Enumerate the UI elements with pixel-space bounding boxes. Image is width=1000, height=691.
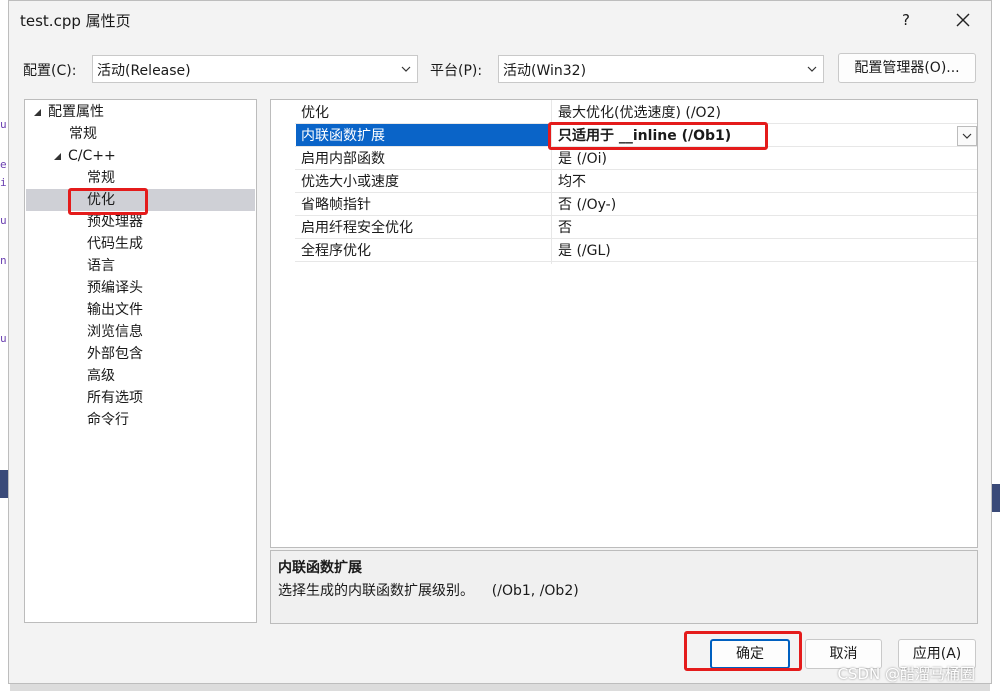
property-pages-dialog: test.cpp 属性页 ? 配置(C): 活动(Release) 平台(P):… [8,0,992,684]
grid-row-optimization[interactable]: 优化 最大优化(优选速度) (/O2) [271,100,977,123]
property-name: 优化 [301,105,329,121]
property-name: 启用内部函数 [301,151,385,167]
config-dropdown[interactable]: 活动(Release) [92,55,418,83]
grid-separator [295,261,977,262]
property-tree: 配置属性 常规 C/C++ 常规 优化 预处理器 代码生成 语言 预编译头 输出… [24,99,257,623]
tree-item-label: 优化 [87,192,115,208]
tree-item-external-includes[interactable]: 外部包含 [87,343,143,365]
property-name: 全程序优化 [301,243,371,259]
help-button[interactable]: ? [893,7,919,33]
property-value: 否 [558,220,572,236]
close-button[interactable] [949,7,977,33]
expanded-triangle-icon [54,153,61,160]
tree-item-label: 配置属性 [48,104,104,120]
tree-item-output-files[interactable]: 输出文件 [87,299,143,321]
tree-item-preprocessor[interactable]: 预处理器 [87,211,143,233]
platform-label: 平台(P): [430,63,483,79]
tree-item-code-generation[interactable]: 代码生成 [87,233,143,255]
property-value: 是 (/Oi) [558,151,607,167]
tree-item-label: C/C++ [68,148,116,164]
tree-item-all-options[interactable]: 所有选项 [87,387,143,409]
property-name: 省略帧指针 [301,197,371,213]
property-value: 均不 [558,174,586,190]
tree-item-command-line[interactable]: 命令行 [87,409,129,431]
property-grid: 优化 最大优化(优选速度) (/O2) 内联函数扩展 只适用于 __inline… [270,99,978,548]
tree-item-advanced[interactable]: 高级 [87,365,115,387]
grid-row-whole-program-optimization[interactable]: 全程序优化 是 (/GL) [271,238,977,261]
platform-value: 活动(Win32) [503,63,587,79]
property-value: 只适用于 __inline (/Ob1) [558,128,732,144]
property-name: 内联函数扩展 [301,128,385,144]
property-value: 是 (/GL) [558,243,611,259]
property-value: 否 (/Oy-) [558,197,617,213]
chevron-down-icon [807,66,817,72]
window-title: test.cpp 属性页 [20,12,131,30]
value-dropdown-button[interactable] [957,126,977,146]
grid-row-intrinsic-functions[interactable]: 启用内部函数 是 (/Oi) [271,146,977,169]
property-value: 最大优化(优选速度) (/O2) [558,105,721,121]
tree-item-general[interactable]: 常规 [69,123,97,145]
config-manager-button[interactable]: 配置管理器(O)... [838,53,976,83]
close-icon [956,13,970,27]
description-text: 选择生成的内联函数扩展级别。 (/Ob1, /Ob2) [278,583,579,599]
tree-item-browse-information[interactable]: 浏览信息 [87,321,143,343]
watermark-text: CSDN @醋溜马桶圈 [837,665,975,683]
ok-button[interactable]: 确定 [710,639,790,669]
tree-item-cpp-general[interactable]: 常规 [87,167,115,189]
tree-item-language[interactable]: 语言 [87,255,115,277]
config-value: 活动(Release) [97,63,191,79]
grid-row-fiber-safe-optimizations[interactable]: 启用纤程安全优化 否 [271,215,977,238]
grid-row-inline-function-expansion[interactable]: 内联函数扩展 只适用于 __inline (/Ob1) [271,123,977,146]
grid-row-favor-size-or-speed[interactable]: 优选大小或速度 均不 [271,169,977,192]
description-panel: 内联函数扩展 选择生成的内联函数扩展级别。 (/Ob1, /Ob2) [270,550,978,624]
title-bar: test.cpp 属性页 ? [9,1,991,39]
expanded-triangle-icon [34,109,41,116]
platform-dropdown[interactable]: 活动(Win32) [498,55,824,83]
property-name: 优选大小或速度 [301,174,399,190]
config-label: 配置(C): [23,63,77,79]
tree-item-optimization[interactable]: 优化 [26,189,255,211]
tree-item-precompiled-headers[interactable]: 预编译头 [87,277,143,299]
chevron-down-icon [962,133,972,139]
chevron-down-icon [401,66,411,72]
grid-row-omit-frame-pointers[interactable]: 省略帧指针 否 (/Oy-) [271,192,977,215]
description-title: 内联函数扩展 [278,560,362,576]
property-name: 启用纤程安全优化 [301,220,413,236]
